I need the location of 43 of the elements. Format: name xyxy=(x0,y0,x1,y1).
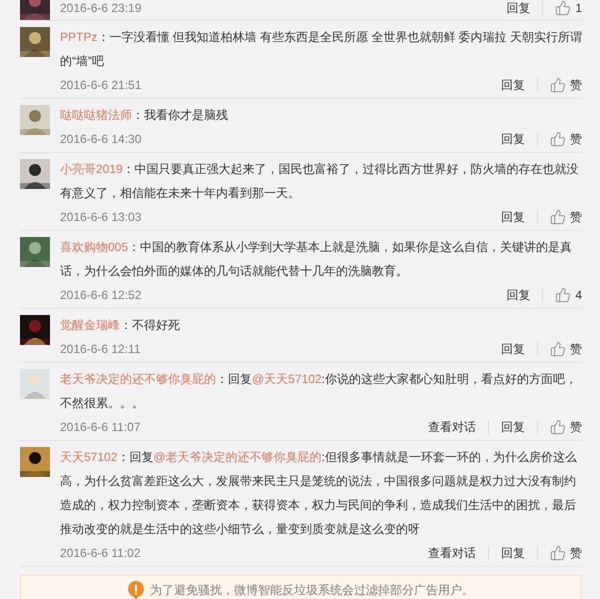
comment-date: 2016-6-6 21:51 xyxy=(60,77,142,94)
view-conversation-link[interactable]: 查看对话 xyxy=(428,415,476,439)
comment-text: PPTPz：一字没看懂 但我知道柏林墙 有些东西是全民所愿 全世界也就朝鲜 委内瑞拉 天朝实行所谓的“墙”吧 xyxy=(60,29,582,70)
comment-date: 2016-6-6 12:11 xyxy=(60,341,142,358)
comment-text: 老天爷决定的还不够你臭屁的：回复@天天57102:你说的这些大家都心知肚明，看点好的方面吧，不然很累。。。 xyxy=(60,371,578,412)
notice-text: 为了避免骚扰，微博智能反垃圾系统会过滤掉部分广告用户。 xyxy=(150,582,474,598)
like-button[interactable]: 1 xyxy=(555,0,582,20)
like-button[interactable]: 赞 xyxy=(550,127,582,151)
comment-date: 2016-6-6 11:07 xyxy=(60,419,142,436)
comment-date: 2016-6-6 13:03 xyxy=(60,209,142,226)
reply-link[interactable]: 回复 xyxy=(501,415,525,439)
warning-icon xyxy=(128,581,144,599)
thumbs-up-icon xyxy=(555,0,572,16)
comment-text: 喜欢购物005：中国的教育体系从小学到大学基本上就是洗脑，如果你是这么自信，关键讲的是真话，为什么会怕外面的媒体的几句话就能代替十几年的洗脑教育。 xyxy=(60,239,574,280)
comment-text: 觉醒金瑞峰：不得好死 xyxy=(60,317,181,334)
like-button[interactable]: 赞 xyxy=(550,337,582,361)
thumbs-up-icon xyxy=(550,545,566,561)
reply-link[interactable]: 回复 xyxy=(506,0,530,20)
like-button[interactable]: 赞 xyxy=(550,73,582,97)
comment-date: 2016-6-6 12:52 xyxy=(60,287,142,304)
reply-link[interactable]: 回复 xyxy=(501,337,525,361)
reply-link[interactable]: 回复 xyxy=(501,73,525,97)
like-button[interactable]: 赞 xyxy=(550,415,582,439)
reply-link[interactable]: 回复 xyxy=(501,205,525,229)
thumbs-up-icon xyxy=(550,131,566,147)
thumbs-up-icon xyxy=(550,419,566,435)
comment-text: 小亮哥2019：中国只要真正强大起来了，国民也富裕了，过得比西方世界好，防火墙的存在也就没有意义了，相信能在未来十年内看到那一天。 xyxy=(60,161,580,202)
reply-link[interactable]: 回复 xyxy=(506,283,530,307)
thumbs-up-icon xyxy=(555,287,572,303)
comment-date: 2016-6-6 11:02 xyxy=(60,545,142,562)
view-conversation-link[interactable]: 查看对话 xyxy=(428,541,476,565)
reply-link[interactable]: 回复 xyxy=(501,541,525,565)
reply-link[interactable]: 回复 xyxy=(501,127,525,151)
thumbs-up-icon xyxy=(550,341,566,357)
like-button[interactable]: 赞 xyxy=(550,541,582,565)
comment-text: 哒哒哒猪法师：我看你才是脑残 xyxy=(60,107,229,124)
comment-text: 天天57102：回复@老天爷决定的还不够你臭屁的:但很多事情就是一环套一环的，为什么房价这么高，为什么贫富差距这么大，发展带来民主只是笼统的说法，中国很多问题就是权力过大没有制约造成的，权力控制资本，垄断资本，获得资本，权力与民间的争利，造成我们生活中的困扰，最后推动改变的就是生活中的这些小细节么，量变到质变就是这么变的呀 xyxy=(60,449,578,538)
comment-date: 2016-6-6 23:19 xyxy=(60,0,142,17)
like-button[interactable]: 赞 xyxy=(550,205,582,229)
thumbs-up-icon xyxy=(550,209,566,225)
like-button[interactable]: 4 xyxy=(555,283,582,307)
thumbs-up-icon xyxy=(550,77,566,93)
comment-date: 2016-6-6 14:30 xyxy=(60,131,142,148)
